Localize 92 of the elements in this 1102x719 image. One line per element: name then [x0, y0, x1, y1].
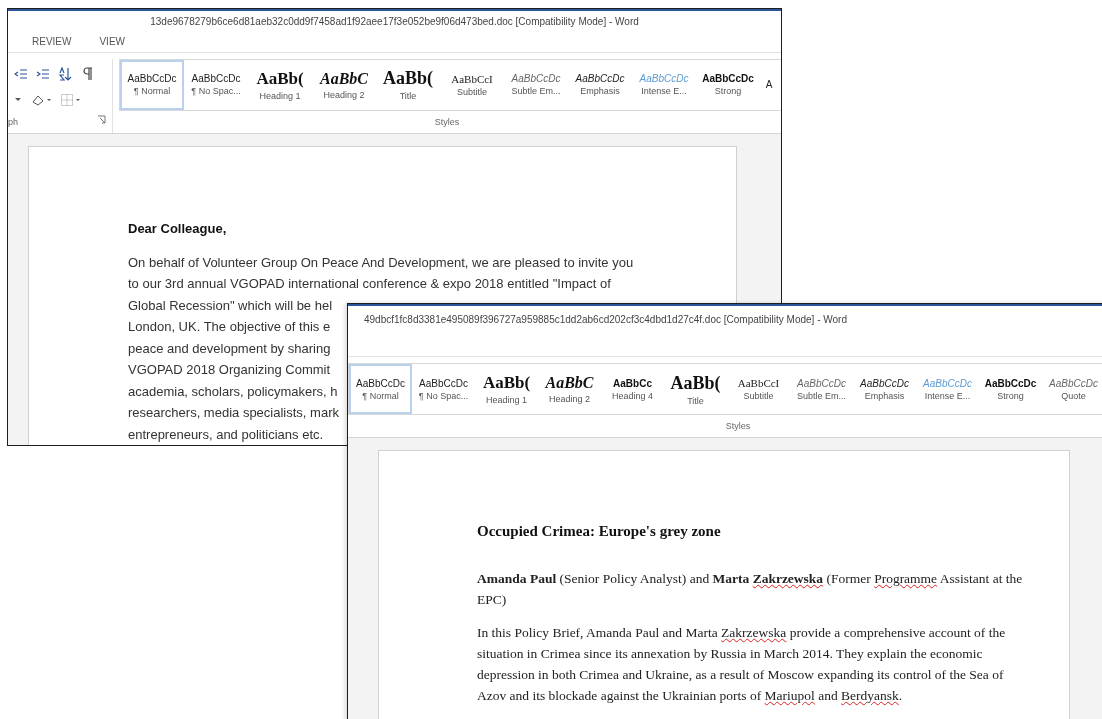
style-preview: AaBbCcI [737, 377, 780, 389]
style-label: Subtitle [743, 391, 774, 401]
style-option[interactable]: AaBbCcDc Intense E... [916, 364, 979, 414]
style-label: ¶ Normal [133, 86, 171, 96]
style-preview: AaBbCcDc [984, 377, 1037, 389]
text-line: entrepreneurs, and politicians etc. [128, 425, 324, 444]
style-option[interactable]: AaBbCc Heading 4 [601, 364, 664, 414]
sort-icon[interactable] [58, 66, 72, 81]
style-label: Subtle Em... [511, 86, 561, 96]
style-label: Heading 2 [323, 89, 365, 100]
style-preview: AaBbCcDc [511, 73, 561, 84]
style-label: Title [687, 395, 704, 406]
ribbon-tab[interactable]: REVIEW [32, 34, 72, 50]
style-preview: AaBbCcI [451, 72, 493, 85]
document-heading: Dear Colleague, [128, 220, 228, 236]
window-title: 49dbcf1fc8d3381e495089f396727a959885c1dd2ab6cd202cf3c4dbd1d27c4f.doc [Compatibility Mode] - Word [364, 313, 847, 325]
group-label: ph [8, 116, 18, 127]
style-option[interactable]: AaBbCcDc ¶ No Spac... [184, 59, 248, 110]
style-label: Strong [714, 86, 742, 96]
paragraph: In this Policy Brief, Amanda Paul and Marta Zakrzewska provide a comprehensive account of the situation in Crimea since its annexation by Russia in March 2014. They explain the economic depression in both Crimea and Ukraine, as a result of Moscow expanding its control of the Sea of Azov and its blockade against the Ukrainian ports of Mariupol and Berdyansk. [477, 624, 1007, 705]
style-option[interactable]: AaBbCcDc ¶ Normal [349, 364, 412, 414]
style-option[interactable]: A [760, 59, 778, 110]
style-option[interactable]: AaBbCcDc ¶ Normal [120, 59, 184, 110]
style-preview: A [765, 79, 773, 90]
style-preview: AaBb( [670, 372, 721, 394]
style-label: ¶ No Spac... [191, 86, 241, 96]
text-line: to our 3rd annual VGOPAD international conference & expo 2018 entitled "Impact of [128, 275, 611, 293]
decrease-indent-icon[interactable] [14, 66, 28, 81]
style-option[interactable]: AaBbC Heading 2 [538, 364, 601, 414]
paragraph: Amanda Paul (Senior Policy Analyst) and Marta Zakrzewska (Former Programme Assistant at the EPC) [477, 570, 1024, 609]
style-label: Emphasis [864, 390, 905, 401]
style-label: Heading 4 [611, 390, 653, 401]
style-option[interactable]: AaBbCcI Subtitle [440, 59, 504, 110]
style-preview: AaBbCcDc [639, 73, 689, 84]
style-label: Subtitle [457, 86, 487, 97]
style-option[interactable]: AaBbC Heading 2 [312, 59, 376, 110]
style-preview: AaBbC [320, 69, 368, 88]
style-label: Emphasis [580, 86, 620, 96]
style-option[interactable]: AaBbCcDc Subtle Em... [504, 59, 568, 110]
text-line: On behalf of Volunteer Group On Peace And Development, we are pleased to invite you [128, 253, 634, 272]
style-label: Heading 2 [548, 394, 590, 404]
style-preview: AaBb( [383, 68, 433, 89]
style-preview: AaBbCcDc [419, 377, 468, 389]
style-label: Intense E... [641, 86, 687, 96]
style-label: Heading 1 [485, 395, 527, 405]
style-preview: AaBbCcDc [356, 377, 405, 389]
style-label: Subtle Em... [797, 390, 846, 401]
style-preview: AaBbCcDc [923, 377, 972, 389]
style-preview: AaBbCcDc [127, 73, 177, 84]
style-preview: AaBbCcDc [191, 73, 241, 84]
group-label: Styles [434, 116, 460, 127]
document-heading: Occupied Crimea: Europe's grey zone [477, 523, 722, 540]
style-option[interactable]: AaBb( Heading 1 [475, 364, 538, 414]
text-line: VGOPAD 2018 Organizing Commit [128, 361, 331, 379]
text-line: researchers, media specialists, mark [128, 404, 339, 422]
style-preview: AaBbCcDc [702, 73, 754, 84]
group-label: Styles [725, 421, 751, 431]
style-option[interactable]: AaBbCcDc ¶ No Spac... [412, 364, 475, 414]
text-line: London, UK. The objective of this e [128, 318, 331, 336]
style-label: Intense E... [924, 390, 971, 401]
style-preview: AaBbCcDc [860, 377, 909, 389]
ribbon-tab[interactable]: VIEW [99, 34, 125, 50]
style-preview: AaBbCc [613, 377, 652, 389]
style-preview: AaBbCcDc [797, 377, 846, 389]
style-option[interactable]: AaBbCcDc Strong [696, 59, 760, 110]
style-option[interactable]: AaBbCcI Subtitle [727, 364, 790, 414]
text-line: academia, scholars, policymakers, h [128, 382, 338, 401]
style-preview: AaBbC [545, 374, 594, 392]
text-line: Global Recession" which will be hel [128, 296, 333, 315]
window-title: 13de9678279b6ce6d81aeb32c0dd9f7458ad1f92aee17f3e052be9f06d473bed.doc [Compatibility Mode] - Word [150, 16, 639, 28]
style-option[interactable]: AaBbCcDc Emphasis [853, 364, 916, 414]
style-option[interactable]: AaBbCcDc Subtle Em... [790, 364, 853, 414]
pilcrow-icon[interactable] [80, 66, 94, 81]
style-label: Title [399, 91, 417, 101]
style-option[interactable]: AaBbCcDc Emphasis [568, 59, 632, 110]
style-option[interactable]: AaBb( Heading 1 [248, 59, 312, 110]
style-label: Heading 1 [259, 90, 301, 101]
style-preview: AaBb( [256, 68, 304, 89]
style-option[interactable]: AaBbCcDc Strong [979, 364, 1042, 414]
style-option[interactable]: AaBbCcDc Quote [1042, 364, 1102, 414]
style-preview: AaBb( [482, 373, 531, 393]
increase-indent-icon[interactable] [36, 66, 50, 81]
style-preview: AaBbCcDc [1049, 377, 1098, 389]
style-label: Strong [997, 390, 1024, 401]
style-option[interactable]: AaBb( Title [664, 364, 727, 414]
style-option[interactable]: AaBb( Title [376, 59, 440, 110]
text-line: peace and development by sharing [128, 339, 331, 358]
style-preview: AaBbCcDc [575, 73, 625, 84]
style-label: ¶ No Spac... [418, 390, 469, 401]
style-option[interactable]: AaBbCcDc Intense E... [632, 59, 696, 110]
style-label: ¶ Normal [362, 390, 399, 401]
style-label: Quote [1061, 390, 1086, 401]
